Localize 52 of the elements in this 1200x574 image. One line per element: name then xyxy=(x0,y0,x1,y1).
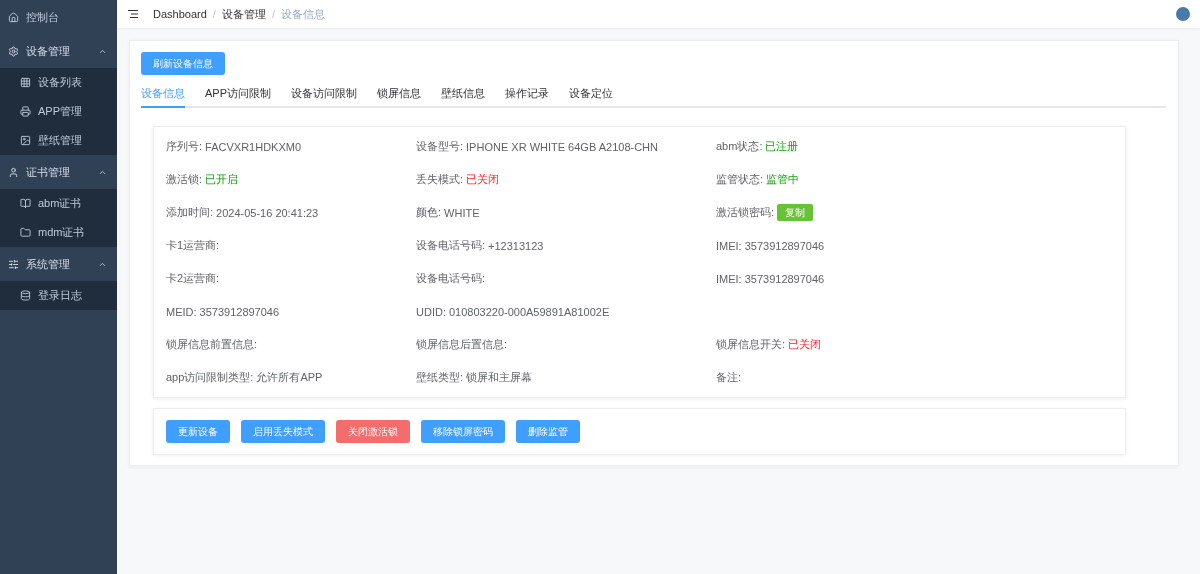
info-field: 锁屏信息后置信息: xyxy=(416,337,716,352)
avatar[interactable] xyxy=(1176,7,1190,21)
info-field: 设备电话号码: xyxy=(416,271,716,286)
info-field: 颜色: WHITE xyxy=(416,205,716,220)
info-field: 锁屏信息前置信息: xyxy=(166,337,416,352)
info-field: 锁屏信息开关: 已关闭 xyxy=(716,337,1113,352)
info-field: 激活锁密码: 复制 xyxy=(716,204,1113,221)
sidebar-subitem[interactable]: 壁纸管理 xyxy=(0,126,117,155)
info-field: 监管状态: 监管中 xyxy=(716,172,1113,187)
tab[interactable]: 设备访问限制 xyxy=(291,86,357,108)
info-field: 设备型号: IPHONE XR WHITE 64GB A2108-CHN xyxy=(416,139,716,154)
printer-icon xyxy=(20,106,31,117)
folder-icon xyxy=(20,227,31,238)
database-icon xyxy=(20,290,31,301)
image-icon xyxy=(20,135,31,146)
info-field: 卡1运营商: xyxy=(166,238,416,253)
tab[interactable]: 壁纸信息 xyxy=(441,86,485,108)
info-field: 添加时间: 2024-05-16 20:41:23 xyxy=(166,205,416,220)
sidebar-subitem[interactable]: 设备列表 xyxy=(0,68,117,97)
info-field: 壁纸类型: 锁屏和主屏幕 xyxy=(416,370,716,385)
sliders-icon xyxy=(8,258,19,270)
info-field: abm状态: 已注册 xyxy=(716,139,1113,154)
home-icon xyxy=(8,11,19,23)
user-icon xyxy=(8,166,19,178)
breadcrumb-item[interactable]: 设备管理 xyxy=(221,6,266,22)
sidebar-subitem[interactable]: 登录日志 xyxy=(0,281,117,310)
info-field: IMEI: 3573912897046 xyxy=(716,272,1113,285)
menu-icon[interactable] xyxy=(127,8,139,20)
tab[interactable]: APP访问限制 xyxy=(205,86,271,108)
info-field: 丢失模式: 已关闭 xyxy=(416,172,716,187)
gear-icon xyxy=(8,45,19,57)
info-field: IMEI: 3573912897046 xyxy=(716,239,1113,252)
book-icon xyxy=(20,198,31,209)
info-field: 激活锁: 已开启 xyxy=(166,172,416,187)
sidebar-subitem[interactable]: abm证书 xyxy=(0,189,117,218)
info-field: 序列号: FACVXR1HDKXM0 xyxy=(166,139,416,154)
info-field: 卡2运营商: xyxy=(166,271,416,286)
tab[interactable]: 锁屏信息 xyxy=(377,86,421,108)
tab[interactable]: 设备定位 xyxy=(569,86,613,108)
info-field: 设备电话号码: +12313123 xyxy=(416,238,716,253)
info-field: 备注: xyxy=(716,370,1113,385)
breadcrumb-item: 设备信息 xyxy=(280,6,325,22)
info-field: UDID: 010803220-000A59891A81002E xyxy=(416,305,716,318)
breadcrumb-separator: / xyxy=(271,8,275,20)
info-field: app访问限制类型: 允许所有APP xyxy=(166,370,416,385)
breadcrumb-item[interactable]: Dashboard xyxy=(153,8,207,20)
info-field: MEID: 3573912897046 xyxy=(166,305,416,318)
grid-icon xyxy=(20,77,31,88)
sidebar-subitem[interactable]: APP管理 xyxy=(0,97,117,126)
tab[interactable]: 操作记录 xyxy=(505,86,549,108)
breadcrumb-separator: / xyxy=(212,8,216,20)
sidebar-subitem[interactable]: mdm证书 xyxy=(0,218,117,247)
